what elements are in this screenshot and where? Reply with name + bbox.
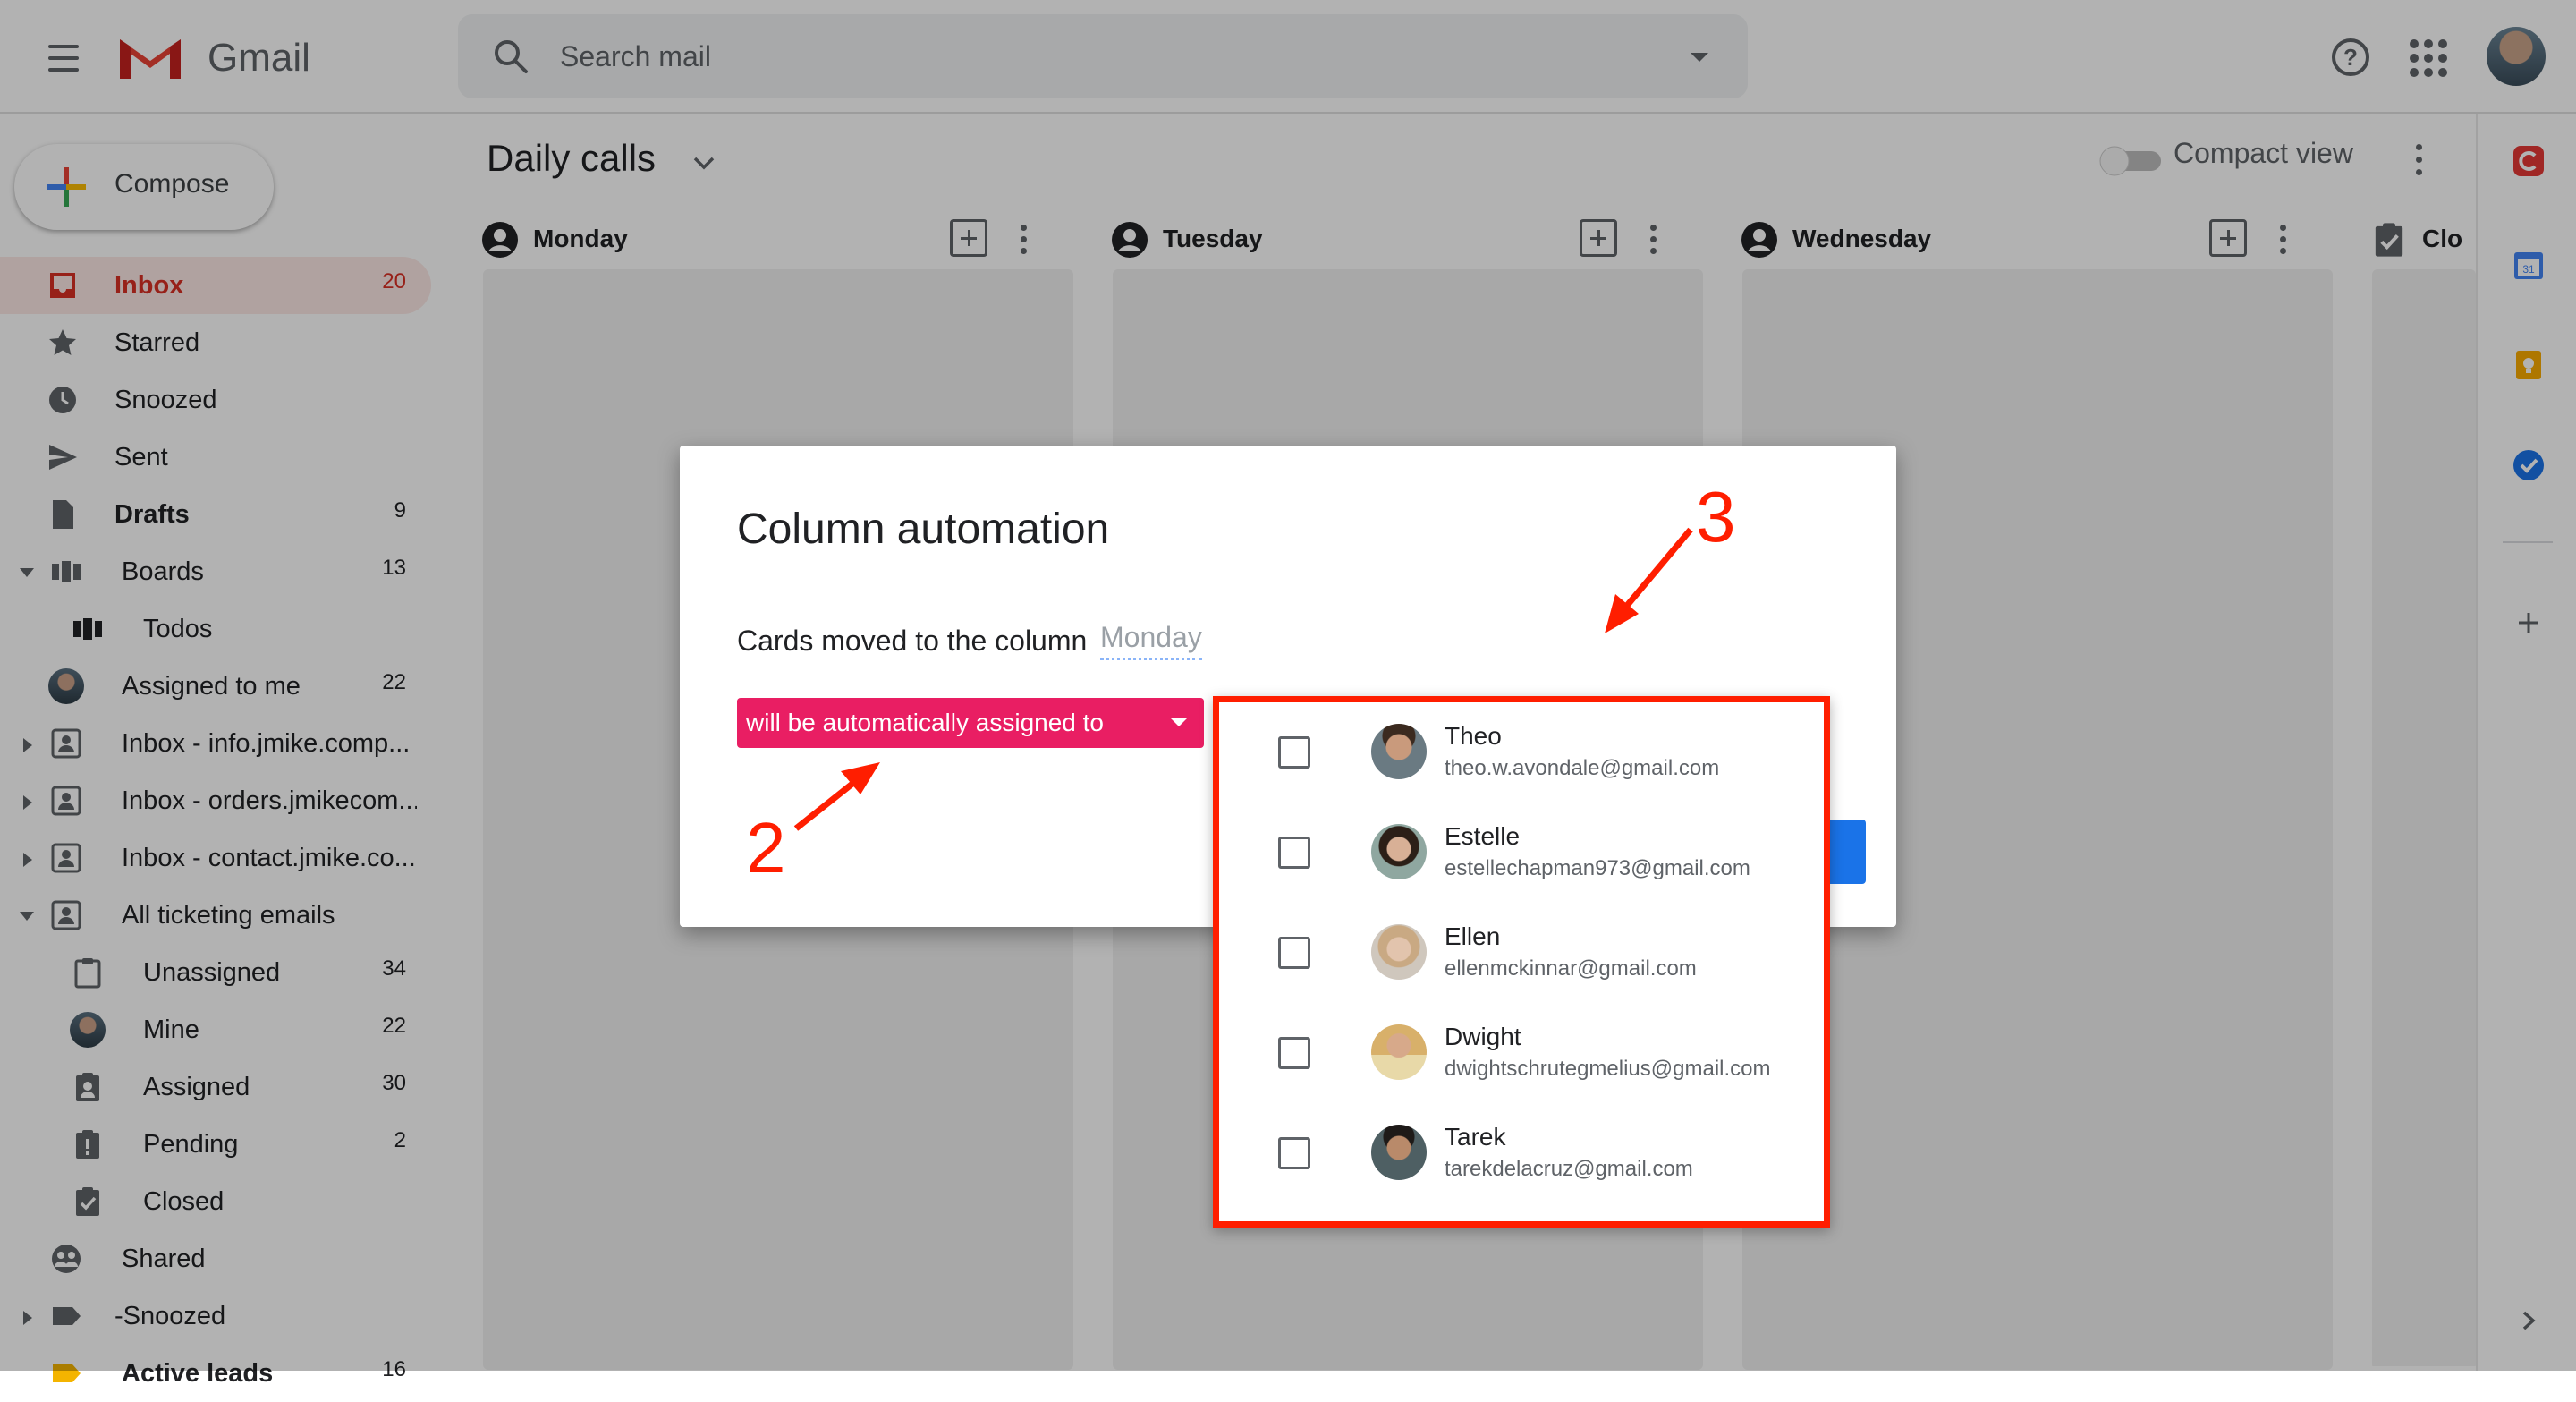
user-option[interactable]: Ellen ellenmckinnar@gmail.com: [1219, 903, 1824, 1003]
cards-moved-text: Cards moved to the column: [737, 625, 1088, 657]
user-email: estellechapman973@gmail.com: [1445, 856, 1750, 880]
annotation-step-3: 3: [1696, 477, 1736, 557]
user-checkbox[interactable]: [1278, 1137, 1310, 1169]
user-option[interactable]: Tarek tarekdelacruz@gmail.com: [1219, 1103, 1824, 1203]
user-checkbox[interactable]: [1278, 736, 1310, 769]
user-name: Theo: [1445, 722, 1502, 750]
user-checkbox[interactable]: [1278, 1037, 1310, 1069]
user-avatar: [1371, 724, 1427, 779]
user-email: tarekdelacruz@gmail.com: [1445, 1157, 1693, 1181]
user-picker-dropdown: Theo theo.w.avondale@gmail.com Estelle e…: [1213, 696, 1830, 1228]
user-avatar: [1371, 1024, 1427, 1080]
user-option[interactable]: Estelle estellechapman973@gmail.com: [1219, 803, 1824, 903]
user-avatar: [1371, 924, 1427, 980]
user-avatar: [1371, 824, 1427, 879]
user-email: ellenmckinnar@gmail.com: [1445, 956, 1697, 981]
dialog-title: Column automation: [737, 506, 1110, 553]
assignment-action-dropdown[interactable]: will be automatically assigned to: [737, 698, 1204, 748]
user-name: Tarek: [1445, 1123, 1506, 1151]
user-option[interactable]: Theo theo.w.avondale@gmail.com: [1219, 702, 1824, 803]
user-email: dwightschrutegmelius@gmail.com: [1445, 1057, 1771, 1081]
annotation-step-2: 2: [746, 808, 786, 888]
user-checkbox[interactable]: [1278, 837, 1310, 869]
user-email: theo.w.avondale@gmail.com: [1445, 756, 1720, 780]
user-checkbox[interactable]: [1278, 937, 1310, 969]
column-select[interactable]: Monday: [1100, 621, 1202, 660]
user-name: Estelle: [1445, 822, 1521, 850]
assignment-action-label: will be automatically assigned to: [746, 709, 1104, 736]
user-option[interactable]: Dwight dwightschrutegmelius@gmail.com: [1219, 1003, 1824, 1103]
user-name: Ellen: [1445, 922, 1501, 950]
dropdown-caret-icon: [1170, 718, 1188, 726]
user-name: Dwight: [1445, 1023, 1521, 1050]
user-avatar: [1371, 1125, 1427, 1180]
